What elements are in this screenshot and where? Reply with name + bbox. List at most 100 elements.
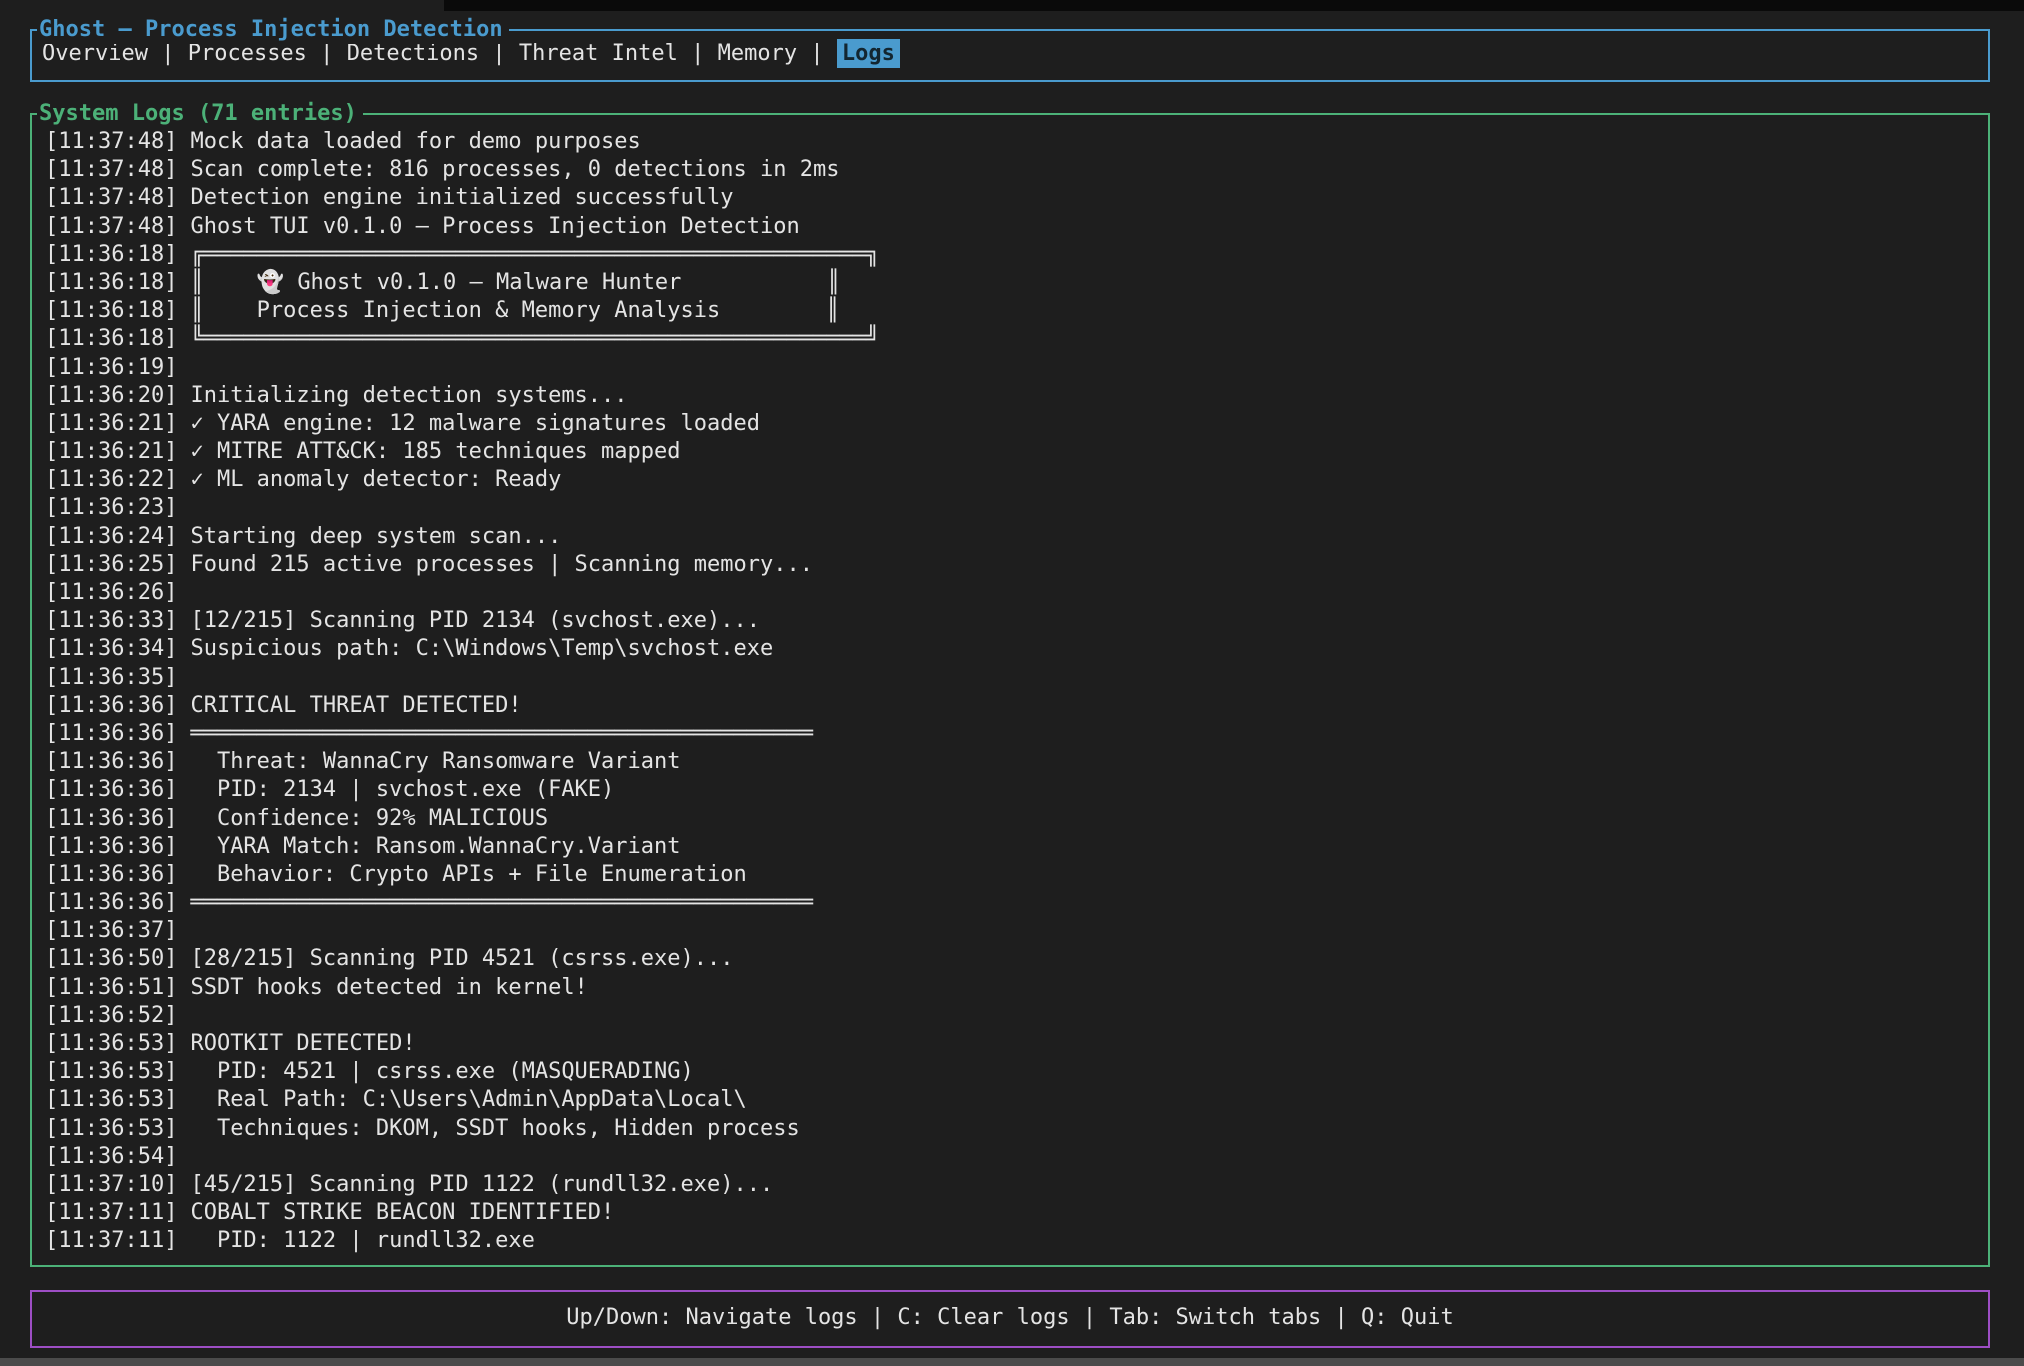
- log-timestamp: [11:36:36]: [45, 693, 177, 718]
- log-message: Found 215 active processes | Scanning me…: [190, 552, 813, 577]
- log-message: YARA Match: Ransom.WannaCry.Variant: [190, 834, 680, 859]
- log-message: Real Path: C:\Users\Admin\AppData\Local\: [190, 1087, 746, 1112]
- log-message: [45/215] Scanning PID 1122 (rundll32.exe…: [190, 1172, 773, 1197]
- log-message: ✓ ML anomaly detector: Ready: [190, 467, 561, 492]
- log-row: [11:36:36] PID: 2134 | svchost.exe (FAKE…: [45, 776, 1988, 804]
- log-timestamp: [11:36:36]: [45, 834, 177, 859]
- log-timestamp: [11:36:37]: [45, 918, 177, 943]
- log-row: [11:36:18] ║ Process Injection & Memory A…: [45, 297, 1988, 325]
- log-row: [11:37:11] PID: 1122 | rundll32.exe: [45, 1227, 1988, 1255]
- log-row: [11:37:10] [45/215] Scanning PID 1122 (ru…: [45, 1171, 1988, 1199]
- log-row: [11:36:23]: [45, 494, 1988, 522]
- tab-processes[interactable]: Processes: [188, 41, 307, 66]
- log-row: [11:36:21]✓ YARA engine: 12 malware sign…: [45, 410, 1988, 438]
- log-timestamp: [11:36:51]: [45, 975, 177, 1000]
- log-row: [11:36:53] Real Path: C:\Users\Admin\App…: [45, 1086, 1988, 1114]
- log-message: PID: 1122 | rundll32.exe: [190, 1228, 534, 1253]
- log-timestamp: [11:36:18]: [45, 242, 177, 267]
- log-row: [11:36:25] Found 215 active processes | S…: [45, 551, 1988, 579]
- log-row: [11:36:34] Suspicious path: C:\Windows\Te…: [45, 635, 1988, 663]
- log-timestamp: [11:36:34]: [45, 636, 177, 661]
- tab-detections[interactable]: Detections: [347, 41, 479, 66]
- log-timestamp: [11:36:19]: [45, 355, 177, 380]
- log-timestamp: [11:36:21]: [45, 439, 177, 464]
- log-timestamp: [11:36:35]: [45, 665, 177, 690]
- log-message: ╔═══════════════════════════════════════…: [190, 242, 879, 267]
- log-timestamp: [11:36:36]: [45, 749, 177, 774]
- tab-memory[interactable]: Memory: [718, 41, 797, 66]
- log-row: [11:36:53]ROOTKIT DETECTED!: [45, 1030, 1988, 1058]
- tab-threat-intel[interactable]: Threat Intel: [519, 41, 678, 66]
- tab-separator: |: [678, 41, 718, 66]
- tab-logs[interactable]: Logs: [837, 39, 900, 68]
- log-message: ╚═══════════════════════════════════════…: [190, 326, 879, 351]
- log-row: [11:36:36] Confidence: 92% MALICIOUS: [45, 805, 1988, 833]
- log-row: [11:36:18] ╚═════════════════════════════…: [45, 325, 1988, 353]
- log-row: [11:37:11]COBALT STRIKE BEACON IDENTIFIE…: [45, 1199, 1988, 1227]
- log-row: [11:36:18]║ 👻 Ghost v0.1.0 — Malware Hun…: [45, 269, 1988, 297]
- log-message: Confidence: 92% MALICIOUS: [190, 806, 548, 831]
- log-message: PID: 2134 | svchost.exe (FAKE): [190, 777, 614, 802]
- log-row: [11:36:36] CRITICAL THREAT DETECTED!: [45, 692, 1988, 720]
- log-message: [12/215] Scanning PID 2134 (svchost.exe)…: [190, 608, 760, 633]
- log-row: [11:36:20]Initializing detection systems…: [45, 382, 1988, 410]
- log-timestamp: [11:37:48]: [45, 185, 177, 210]
- log-message: Techniques: DKOM, SSDT hooks, Hidden pro…: [190, 1116, 799, 1141]
- log-row: [11:36:33] [12/215] Scanning PID 2134 (sv…: [45, 607, 1988, 635]
- log-message: PID: 4521 | csrss.exe (MASQUERADING): [190, 1059, 693, 1084]
- log-row: [11:36:22]✓ ML anomaly detector: Ready: [45, 466, 1988, 494]
- tab-separator: |: [797, 41, 837, 66]
- log-row: [11:37:48] Detection engine initialized s…: [45, 184, 1988, 212]
- log-row: [11:37:48] Ghost TUI v0.1.0 — Process Inj…: [45, 213, 1988, 241]
- log-timestamp: [11:36:18]: [45, 326, 177, 351]
- log-timestamp: [11:36:36]: [45, 862, 177, 887]
- log-timestamp: [11:36:53]: [45, 1087, 177, 1112]
- log-row: [11:36:53] PID: 4521 | csrss.exe (MASQUE…: [45, 1058, 1988, 1086]
- log-message: ║ 👻 Ghost v0.1.0 — Malware Hunter ║: [190, 270, 840, 295]
- log-message: ════════════════════════════════════════…: [190, 721, 813, 746]
- tab-separator: |: [307, 41, 347, 66]
- log-timestamp: [11:36:25]: [45, 552, 177, 577]
- log-timestamp: [11:37:48]: [45, 214, 177, 239]
- log-timestamp: [11:36:18]: [45, 298, 177, 323]
- screen-bottom-edge: [0, 1358, 2024, 1366]
- tab-overview[interactable]: Overview: [42, 41, 148, 66]
- log-row: [11:36:35]: [45, 664, 1988, 692]
- log-message: Starting deep system scan...: [190, 524, 561, 549]
- log-timestamp: [11:37:11]: [45, 1200, 177, 1225]
- log-row: [11:36:36] ══════════════════════════════…: [45, 720, 1988, 748]
- log-row: [11:36:36] Threat: WannaCry Ransomware V…: [45, 748, 1988, 776]
- log-message: ✓ YARA engine: 12 malware signatures loa…: [190, 411, 760, 436]
- log-row: [11:37:48]Scan complete: 816 processes, …: [45, 156, 1988, 184]
- log-list[interactable]: [11:37:48]Mock data loaded for demo purp…: [32, 115, 1988, 1265]
- tab-bar-panel: Ghost — Process Injection Detection Over…: [30, 29, 1990, 82]
- log-message: CRITICAL THREAT DETECTED!: [190, 693, 521, 718]
- log-row: [11:36:24] Starting deep system scan...: [45, 523, 1988, 551]
- log-timestamp: [11:37:48]: [45, 129, 177, 154]
- log-message: ║ Process Injection & Memory Analysis ║: [190, 298, 839, 323]
- log-timestamp: [11:36:33]: [45, 608, 177, 633]
- help-bar-text: Up/Down: Navigate logs | C: Clear logs |…: [32, 1292, 1988, 1344]
- log-message: Ghost TUI v0.1.0 — Process Injection Det…: [190, 214, 799, 239]
- log-row: [11:36:51]SSDT hooks detected in kernel!: [45, 974, 1988, 1002]
- log-timestamp: [11:37:10]: [45, 1172, 177, 1197]
- log-message: Suspicious path: C:\Windows\Temp\svchost…: [190, 636, 773, 661]
- log-message: Threat: WannaCry Ransomware Variant: [190, 749, 680, 774]
- log-timestamp: [11:36:23]: [45, 495, 177, 520]
- log-timestamp: [11:36:54]: [45, 1144, 177, 1169]
- log-timestamp: [11:36:50]: [45, 946, 177, 971]
- log-row: [11:36:26]: [45, 579, 1988, 607]
- log-timestamp: [11:36:26]: [45, 580, 177, 605]
- log-timestamp: [11:36:36]: [45, 721, 177, 746]
- log-timestamp: [11:36:36]: [45, 777, 177, 802]
- logs-panel-title: System Logs (71 entries): [37, 100, 363, 128]
- log-timestamp: [11:36:36]: [45, 806, 177, 831]
- log-row: [11:36:19]: [45, 354, 1988, 382]
- log-timestamp: [11:36:53]: [45, 1116, 177, 1141]
- log-timestamp: [11:36:36]: [45, 890, 177, 915]
- system-logs-panel: System Logs (71 entries) [11:37:48]Mock …: [30, 113, 1990, 1267]
- log-row: [11:36:36]══════════════════════════════…: [45, 889, 1988, 917]
- log-message: Detection engine initialized successfull…: [190, 185, 733, 210]
- log-row: [11:36:37]: [45, 917, 1988, 945]
- log-timestamp: [11:36:24]: [45, 524, 177, 549]
